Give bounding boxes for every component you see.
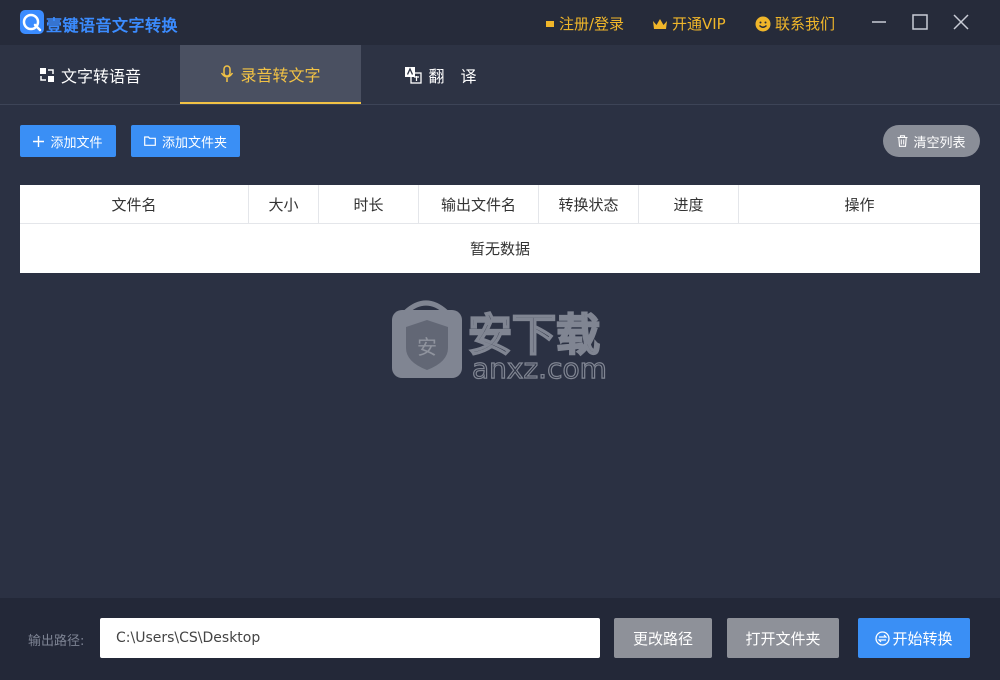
start-convert-label: 开始转换	[892, 629, 953, 648]
column-header-status: 转换状态	[539, 185, 639, 223]
trash-icon	[897, 135, 908, 147]
tab-label: 翻 译	[428, 66, 477, 86]
plus-icon	[33, 135, 45, 147]
convert-icon	[875, 630, 891, 646]
contact-us-link[interactable]: 联系我们	[755, 13, 835, 34]
text-to-speech-icon	[39, 67, 54, 82]
user-icon	[546, 20, 554, 27]
column-header-actions: 操作	[844, 195, 875, 214]
column-header-progress: 进度	[639, 185, 739, 223]
column-header-size: 大小	[249, 185, 319, 223]
column-header-output-name: 输出文件名	[419, 185, 539, 223]
add-folder-label: 添加文件夹	[161, 135, 227, 151]
watermark-badge-text: 安	[417, 335, 437, 359]
add-file-button[interactable]: 添加文件	[20, 125, 116, 157]
tab-label: 文字转语音	[60, 66, 141, 86]
tab-translate[interactable]: 翻 译	[361, 45, 520, 104]
register-login-label: 注册/登录	[559, 15, 625, 33]
clear-list-button[interactable]: 清空列表	[883, 125, 980, 157]
add-file-label: 添加文件	[50, 135, 103, 151]
tab-bar: 文字转语音 录音转文字 翻 译	[0, 45, 1000, 105]
tab-text-to-speech[interactable]: 文字转语音	[0, 45, 180, 104]
folder-icon	[144, 136, 156, 146]
maximize-icon[interactable]	[910, 12, 930, 32]
output-path-input[interactable]	[100, 618, 600, 658]
contact-us-label: 联系我们	[775, 15, 836, 33]
open-folder-button[interactable]: 打开文件夹	[727, 618, 839, 658]
empty-state-text: 暂无数据	[469, 240, 530, 258]
crown-icon	[653, 18, 667, 29]
translate-icon	[405, 66, 423, 84]
title-bar: 壹键语音文字转换 注册/登录 开通VIP 联系我们	[0, 0, 1000, 45]
start-convert-button[interactable]: 开始转换	[858, 618, 970, 658]
minimize-icon[interactable]	[869, 12, 889, 32]
column-header-filename: 文件名	[20, 185, 249, 223]
open-vip-label: 开通VIP	[672, 15, 726, 33]
close-icon[interactable]	[951, 12, 971, 32]
add-folder-button[interactable]: 添加文件夹	[131, 125, 240, 157]
change-path-button[interactable]: 更改路径	[614, 618, 712, 658]
open-vip-link[interactable]: 开通VIP	[652, 13, 726, 34]
output-path-label: 输出路径:	[28, 634, 85, 649]
column-header-duration: 时长	[319, 185, 419, 223]
register-login-link[interactable]: 注册/登录	[545, 13, 624, 34]
app-logo-icon	[20, 10, 44, 34]
clear-list-label: 清空列表	[913, 135, 966, 151]
watermark-logo: 安 安下载 anxz.com	[392, 300, 607, 382]
table-header: 文件名 大小 时长 输出文件名 转换状态 进度 操作	[20, 185, 980, 224]
tab-label: 录音转文字	[240, 65, 321, 85]
smile-icon	[755, 16, 771, 31]
file-table: 文件名 大小 时长 输出文件名 转换状态 进度 操作 暂无数据	[20, 185, 980, 273]
microphone-icon	[221, 64, 234, 82]
tab-speech-to-text[interactable]: 录音转文字	[180, 45, 361, 104]
watermark-en-text: anxz.com	[472, 352, 607, 382]
app-title: 壹键语音文字转换	[46, 16, 179, 35]
footer-bar: 输出路径: 更改路径 打开文件夹 开始转换	[0, 598, 1000, 680]
